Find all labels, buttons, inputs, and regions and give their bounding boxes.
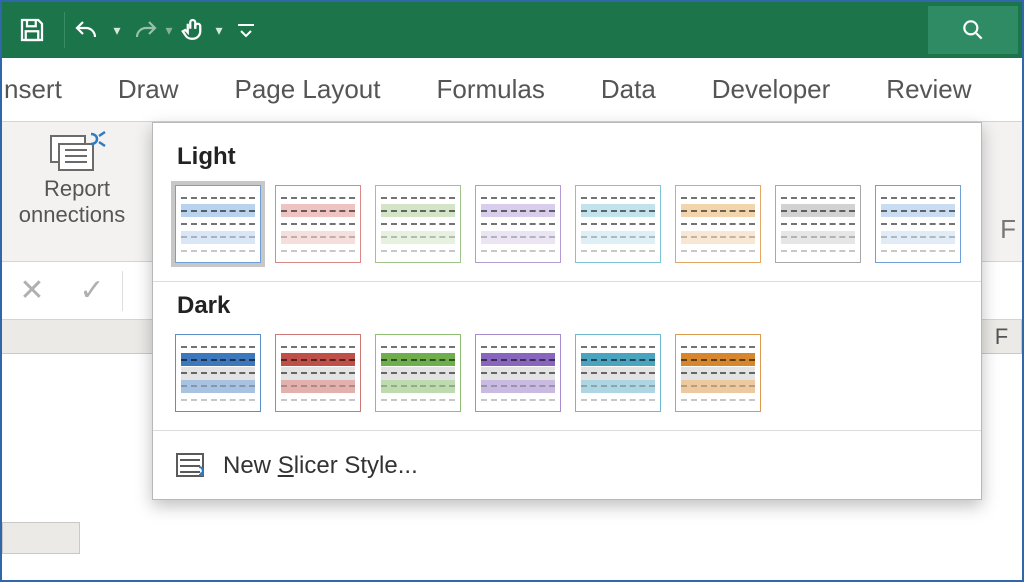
customize-qat-button[interactable]: [229, 6, 263, 54]
row-header[interactable]: [2, 522, 80, 554]
tab-draw[interactable]: Draw: [114, 74, 183, 105]
gallery-divider: [153, 430, 981, 431]
new-slicer-style-button[interactable]: New Slicer Style...: [171, 441, 963, 499]
slicer-style-swatch[interactable]: [475, 185, 561, 263]
cancel-button[interactable]: ✕: [2, 273, 62, 308]
dark-styles-row: [171, 334, 963, 412]
tab-insert[interactable]: nsert: [0, 74, 66, 105]
column-header-f[interactable]: F: [982, 320, 1022, 353]
enter-button[interactable]: ✓: [62, 273, 122, 308]
slicer-styles-gallery: Light Dark New Slicer Style...: [152, 122, 982, 500]
slicer-style-swatch[interactable]: [275, 334, 361, 412]
save-button[interactable]: [8, 6, 56, 54]
slicer-style-swatch[interactable]: [675, 185, 761, 263]
chevron-down-icon[interactable]: ▾: [165, 22, 172, 39]
slicer-style-swatch[interactable]: [875, 185, 961, 263]
chevron-down-icon[interactable]: ▾: [113, 22, 120, 39]
search-button[interactable]: [928, 6, 1018, 54]
tab-developer[interactable]: Developer: [708, 74, 835, 105]
report-connections-label-2: onnections: [0, 202, 152, 228]
slicer-style-swatch[interactable]: [175, 185, 261, 263]
gallery-heading-dark: Dark: [177, 292, 963, 320]
slicer-style-swatch[interactable]: [575, 334, 661, 412]
slicer-style-swatch[interactable]: [575, 185, 661, 263]
chevron-down-icon[interactable]: ▾: [215, 22, 222, 39]
slicer-style-swatch[interactable]: [375, 334, 461, 412]
new-slicer-style-label: New Slicer Style...: [223, 452, 418, 480]
formula-separator: [122, 271, 123, 311]
tab-formulas[interactable]: Formulas: [433, 74, 549, 105]
slicer-style-swatch[interactable]: [475, 334, 561, 412]
tab-review[interactable]: Review: [882, 74, 975, 105]
ribbon-hint-right: F: [1000, 214, 1016, 245]
report-connections-button[interactable]: Report onnections: [2, 126, 152, 228]
gallery-divider: [153, 281, 981, 282]
light-styles-row: [171, 185, 963, 263]
new-slicer-style-icon: [175, 451, 209, 481]
title-bar: ▾ ▾ ▾: [2, 2, 1022, 58]
report-connections-icon: [45, 126, 109, 174]
redo-button[interactable]: ▾: [125, 6, 173, 54]
slicer-style-swatch[interactable]: [775, 185, 861, 263]
slicer-style-swatch[interactable]: [275, 185, 361, 263]
report-connections-label-1: Report: [2, 176, 152, 202]
tab-page-layout[interactable]: Page Layout: [230, 74, 384, 105]
slicer-style-swatch[interactable]: [375, 185, 461, 263]
gallery-heading-light: Light: [177, 143, 963, 171]
ribbon-tabs: nsert Draw Page Layout Formulas Data Dev…: [2, 58, 1022, 122]
touch-mode-button[interactable]: ▾: [177, 6, 225, 54]
slicer-style-swatch[interactable]: [675, 334, 761, 412]
undo-button[interactable]: ▾: [73, 6, 121, 54]
tab-data[interactable]: Data: [597, 74, 660, 105]
slicer-style-swatch[interactable]: [175, 334, 261, 412]
qat-separator: [64, 12, 65, 48]
